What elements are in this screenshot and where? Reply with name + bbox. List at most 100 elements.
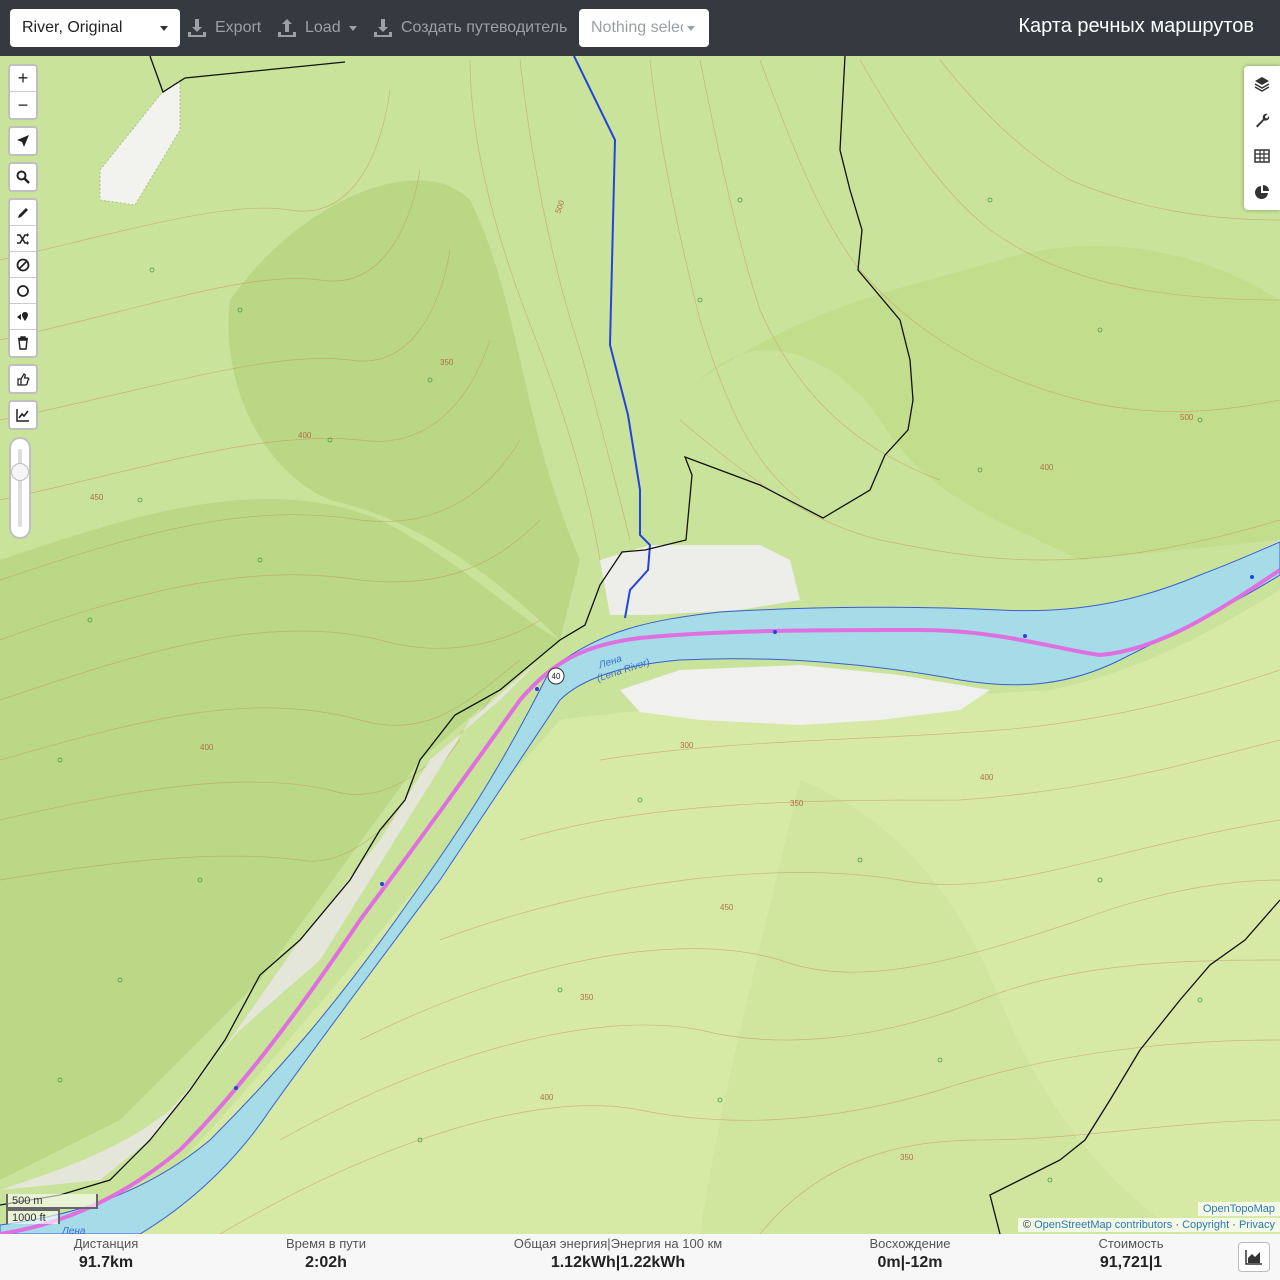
table-icon [1254, 149, 1270, 163]
analysis-button[interactable] [1244, 174, 1280, 210]
time-number: 2:02 [305, 1254, 338, 1271]
download-icon [188, 19, 206, 37]
contour-label: 500 [1180, 413, 1194, 422]
contour-label: 300 [680, 741, 694, 750]
opentopomap-link[interactable]: OpenTopoMap [1203, 1203, 1275, 1215]
contour-label: 400 [980, 773, 994, 782]
draw-circle-button[interactable] [10, 278, 36, 304]
pencil-icon [18, 207, 28, 218]
location-arrow-icon [17, 135, 29, 147]
load-label: Load [305, 19, 341, 36]
zoom-control: + − [8, 64, 38, 120]
customize-control [8, 364, 38, 394]
stat-ascent: Восхождение 0m|-12m [850, 1236, 970, 1272]
osm-link[interactable]: OpenStreetMap contributors [1034, 1219, 1172, 1231]
slider-handle[interactable] [11, 463, 29, 481]
time-label: Время в пути [286, 1236, 366, 1251]
table-button[interactable] [1244, 138, 1280, 174]
right-toolbar [1244, 66, 1280, 210]
pie-chart-icon [1255, 185, 1269, 199]
osm-attribution: © OpenStreetMap contributors · Copyright… [1017, 1218, 1280, 1232]
search-control [8, 162, 38, 192]
trash-icon [18, 336, 28, 350]
road-shield-number: 40 [552, 672, 561, 681]
customize-button[interactable] [10, 366, 36, 392]
search-button[interactable] [10, 164, 36, 190]
create-guide-button[interactable]: Создать путеводитель [373, 9, 567, 47]
avoid-area-button[interactable] [10, 252, 36, 278]
profile-select[interactable]: River, Original [10, 9, 180, 47]
stat-distance: Дистанция 91.7km [50, 1236, 162, 1272]
line-chart-icon [16, 409, 29, 422]
export-label: Export [215, 19, 262, 36]
ascent-value: 0m|-12m [877, 1254, 943, 1271]
search-icon [16, 170, 30, 184]
locate-button[interactable] [10, 128, 36, 154]
layers-icon [1254, 77, 1270, 92]
cost-extra: 1 [1153, 1254, 1163, 1271]
layers-button[interactable] [1244, 66, 1280, 102]
contour-label: 450 [720, 903, 734, 912]
area-chart-icon [1245, 1250, 1262, 1265]
export-button[interactable]: Export [187, 9, 261, 47]
distance-unit: km [110, 1254, 134, 1271]
zoom-out-button[interactable]: − [10, 92, 36, 118]
zoom-in-button[interactable]: + [10, 66, 36, 92]
contour-label: 450 [90, 493, 104, 502]
chevron-down-icon [687, 25, 695, 31]
distance-label: Дистанция [73, 1236, 139, 1251]
map-canvas[interactable]: 500 350 400 450 400 300 350 400 400 500 … [0, 56, 1280, 1234]
load-button[interactable]: Load [277, 9, 357, 47]
privacy-link[interactable]: Privacy [1239, 1219, 1275, 1231]
poi-button[interactable] [10, 304, 36, 330]
map-marker-icon [17, 311, 28, 321]
top-navbar: River, Original Export Load Создать путе… [0, 0, 1280, 56]
reverse-route-button[interactable] [10, 226, 36, 252]
separator: · [1232, 1219, 1236, 1231]
time-unit: h [337, 1254, 347, 1271]
shuffle-icon [17, 232, 29, 245]
energy-total-unit: kWh [581, 1254, 616, 1271]
map-layer: 500 350 400 450 400 300 350 400 400 500 … [0, 56, 1280, 1234]
draw-route-button[interactable] [10, 200, 36, 226]
toggle-chart-button[interactable] [1238, 1242, 1270, 1272]
settings-button[interactable] [1244, 102, 1280, 138]
ascent-unit: m [928, 1254, 943, 1271]
elevation-chart-button[interactable] [10, 402, 36, 428]
energy-value: 1.12kWh|1.22kWh [550, 1254, 686, 1271]
distance-number: 91.7 [78, 1254, 110, 1271]
create-guide-label: Создать путеводитель [401, 19, 568, 36]
tile-attribution: OpenTopoMap [1197, 1202, 1280, 1216]
hand-pointer-icon [17, 373, 30, 386]
stat-time: Время в пути 2:02h [266, 1236, 386, 1272]
cost-number: 91,721 [1099, 1254, 1149, 1271]
stat-cost: Стоимость 91,721|1 [1076, 1236, 1186, 1272]
ascent-unit: m [886, 1254, 901, 1271]
energy-per100-unit: kWh [651, 1254, 686, 1271]
energy-total: 1.12 [550, 1254, 582, 1271]
upload-icon [278, 19, 296, 37]
ban-icon [16, 258, 30, 271]
chevron-down-icon [348, 25, 357, 31]
river-name-bottom: Лена [61, 1226, 86, 1234]
wrench-icon [1256, 113, 1270, 128]
time-value: 2:02h [266, 1254, 386, 1272]
stat-energy: Общая энергия|Энергия на 100 км 1.12kWh|… [490, 1236, 746, 1272]
selection-dropdown[interactable]: Nothing selected [579, 9, 709, 47]
route-stats-bar: Дистанция 91.7km Время в пути 2:02h Обща… [0, 1234, 1280, 1280]
delete-route-button[interactable] [10, 330, 36, 356]
cost-value: 91,721|1 [1099, 1254, 1163, 1271]
copyright-symbol: © [1022, 1219, 1032, 1231]
contour-label: 400 [200, 743, 214, 752]
contour-label: 400 [540, 1093, 554, 1102]
energy-per100: 1.22 [620, 1254, 652, 1271]
contour-label: 350 [790, 799, 804, 808]
opacity-slider[interactable] [9, 437, 31, 539]
distance-value: 91.7km [50, 1254, 162, 1272]
contour-label: 350 [580, 993, 594, 1002]
contour-label: 350 [440, 358, 454, 367]
copyright-link[interactable]: Copyright [1182, 1219, 1229, 1231]
sandbank [600, 545, 800, 615]
scale-metric: 500 m [6, 1194, 98, 1209]
chevron-down-icon [160, 26, 168, 31]
